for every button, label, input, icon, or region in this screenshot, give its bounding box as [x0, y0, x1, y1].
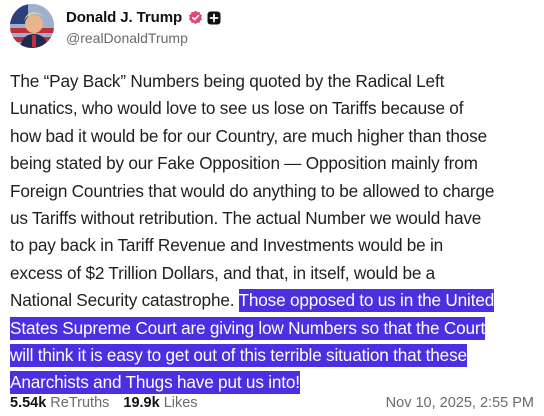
post-line-mixed: National Security catastrophe. Those opp… — [10, 287, 538, 314]
post-line: us Tariffs without retribution. The actu… — [10, 208, 482, 229]
highlighted-text: will think it is easy to get out of this… — [10, 344, 467, 368]
avatar[interactable] — [10, 4, 54, 48]
author-handle[interactable]: @realDonaldTrump — [66, 30, 221, 46]
post-line-highlighted: will think it is easy to get out of this… — [10, 342, 538, 369]
likes-stat[interactable]: 19.9k Likes — [123, 395, 197, 411]
avatar-image — [10, 4, 54, 48]
post-line: how bad it would be for our Country, are… — [10, 125, 488, 146]
retruths-label: ReTruths — [50, 395, 110, 411]
post-body: The “Pay Back” Numbers being quoted by t… — [10, 68, 538, 397]
plus-square-icon — [207, 11, 221, 25]
post-header: Donald J. Trump @realDonaldTrump — [10, 2, 221, 50]
post-line: Foreign Countries that would do anything… — [10, 180, 495, 201]
post-line: being stated by our Fake Opposition — Op… — [10, 153, 478, 174]
retruths-count: 5.54k — [10, 395, 47, 411]
author-names: Donald J. Trump @realDonaldTrump — [66, 7, 221, 46]
name-row: Donald J. Trump — [66, 7, 221, 29]
post-line: Lunatics, who would love to see us lose … — [10, 98, 464, 119]
post-footer: 5.54k ReTruths 19.9k Likes Nov 10, 2025,… — [10, 392, 534, 414]
post-card: Donald J. Trump @realDonaldTrump The “Pa… — [0, 0, 544, 416]
highlighted-text: Those opposed to us in the United — [238, 289, 495, 313]
verified-badge-icon — [188, 10, 203, 25]
post-line: to pay back in Tariff Revenue and Invest… — [10, 235, 444, 256]
likes-count: 19.9k — [123, 395, 160, 411]
post-line-plain: National Security catastrophe. — [10, 290, 239, 311]
post-timestamp[interactable]: Nov 10, 2025, 2:55 PM — [386, 395, 534, 411]
post-line: The “Pay Back” Numbers being quoted by t… — [10, 71, 445, 91]
post-line: excess of $2 Trillion Dollars, and that,… — [10, 262, 436, 283]
display-name[interactable]: Donald J. Trump — [66, 9, 182, 26]
post-line-highlighted: States Supreme Court are giving low Numb… — [10, 315, 538, 342]
retruths-stat[interactable]: 5.54k ReTruths — [10, 395, 109, 411]
likes-label: Likes — [163, 395, 198, 411]
highlighted-text: States Supreme Court are giving low Numb… — [10, 316, 486, 340]
